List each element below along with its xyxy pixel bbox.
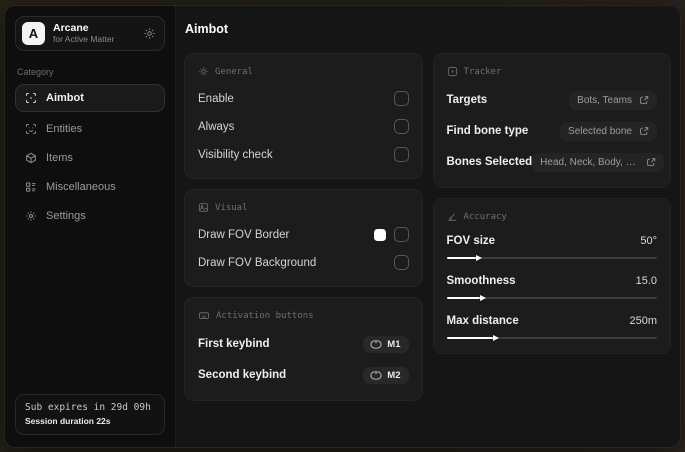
slider-fov-size: FOV size 50°: [446, 232, 658, 261]
tracker-row-targets: Targets Bots, Teams: [447, 87, 657, 113]
expand-select-icon: [647, 158, 656, 166]
tracker-row-find-bone-type: Find bone type Selected bone: [447, 118, 657, 144]
page-title: Aimbot: [185, 22, 229, 36]
visibility-check-checkbox[interactable]: [393, 147, 409, 162]
main-content: Aimbot General Enable Always Visibility …: [176, 6, 680, 447]
slider-smoothness: Smoothness 15.0: [446, 272, 658, 301]
targets-select[interactable]: Bots, Teams: [569, 90, 657, 110]
find-bone-type-select[interactable]: Selected bone: [560, 121, 657, 141]
layout-list-icon: [25, 181, 36, 192]
sidebar-item-label: Aimbot: [46, 92, 84, 104]
fov-border-color-swatch[interactable]: [373, 228, 386, 241]
settings-gear-icon[interactable]: [143, 27, 156, 40]
keybind-row-first: First keybind M1: [198, 331, 409, 357]
activation-buttons-card: Activation buttons First keybind M1 Seco…: [184, 297, 423, 401]
slider-thumb[interactable]: [480, 294, 487, 301]
slider-thumb[interactable]: [492, 334, 499, 341]
slider-thumb[interactable]: [475, 254, 482, 261]
sidebar-item-label: Settings: [46, 209, 86, 222]
setting-row-fov-border: Draw FOV Border: [198, 223, 409, 246]
sidebar-item-label: Items: [46, 151, 73, 164]
setting-row-always: Always: [198, 115, 409, 138]
mouse-icon: [370, 339, 382, 349]
category-label: Category: [17, 67, 54, 77]
subscription-card: Sub expires in 29d 09h Session duration …: [15, 394, 165, 435]
sidebar-item-label: Entities: [46, 122, 83, 135]
gear-icon: [26, 210, 36, 221]
app-logo: A: [22, 22, 45, 45]
expand-select-icon: [640, 96, 649, 104]
expand-select-icon: [640, 127, 649, 135]
smoothness-slider[interactable]: [446, 294, 658, 301]
sidebar: A Arcane for Active Matter Category Aimb…: [5, 6, 176, 447]
scan-face-icon: [25, 123, 37, 134]
general-card: General Enable Always Visibility check: [184, 53, 423, 179]
slider-value: 250m: [629, 315, 657, 327]
app-subtitle: for Active Matter: [53, 34, 115, 45]
sidebar-item-miscellaneous[interactable]: Miscellaneous: [15, 173, 165, 200]
fov-background-checkbox[interactable]: [393, 255, 409, 270]
card-title: Accuracy: [463, 211, 507, 222]
crosshair-icon: [25, 92, 37, 104]
logo-letter: A: [28, 26, 39, 41]
app-name: Arcane: [53, 22, 89, 35]
tracker-card: Tracker Targets Bots, Teams Find bone ty…: [432, 53, 671, 188]
general-icon: [199, 67, 208, 76]
keybind-row-second: Second keybind M2: [198, 362, 409, 388]
visual-card: Visual Draw FOV Border Draw FOV Backgrou…: [184, 189, 423, 287]
sidebar-item-label: Miscellaneous: [46, 180, 116, 193]
mouse-icon: [370, 370, 382, 380]
slider-value: 15.0: [635, 275, 657, 287]
fov-size-slider[interactable]: [446, 254, 658, 261]
fov-border-checkbox[interactable]: [393, 227, 409, 242]
setting-row-fov-background: Draw FOV Background: [198, 251, 409, 274]
enable-checkbox[interactable]: [393, 91, 409, 106]
card-title: General: [215, 66, 253, 77]
card-title: Visual: [215, 202, 248, 213]
angle-icon: [447, 213, 456, 221]
cube-icon: [26, 152, 36, 163]
sub-expires-text: Sub expires in 29d 09h: [25, 402, 151, 413]
keyboard-icon: [199, 312, 209, 320]
first-keybind-button[interactable]: M1: [363, 335, 409, 353]
setting-row-enable: Enable: [198, 87, 409, 110]
sidebar-item-entities[interactable]: Entities: [15, 115, 165, 142]
sidebar-item-settings[interactable]: Settings: [15, 202, 165, 229]
session-duration-text: Session duration 22s: [25, 416, 111, 426]
slider-value: 50°: [640, 235, 657, 247]
slider-max-distance: Max distance 250m: [446, 312, 658, 341]
always-checkbox[interactable]: [393, 119, 409, 134]
tracker-icon: [447, 66, 457, 77]
sidebar-item-aimbot[interactable]: Aimbot: [15, 84, 165, 112]
visual-icon: [198, 203, 209, 212]
brand-card: A Arcane for Active Matter: [15, 16, 165, 51]
second-keybind-button[interactable]: M2: [363, 366, 409, 384]
card-title: Tracker: [463, 66, 502, 77]
app-window: A Arcane for Active Matter Category Aimb…: [4, 5, 681, 448]
setting-row-visibility-check: Visibility check: [198, 143, 409, 166]
max-distance-slider[interactable]: [446, 334, 658, 341]
sidebar-item-items[interactable]: Items: [15, 144, 165, 171]
card-title: Activation buttons: [216, 310, 314, 321]
tracker-row-bones-selected: Bones Selected Head, Neck, Body, Pe..: [447, 149, 665, 175]
accuracy-card: Accuracy FOV size 50° Smoothness 15.0 Ma…: [432, 198, 671, 354]
bones-selected-select[interactable]: Head, Neck, Body, Pe..: [532, 152, 665, 172]
